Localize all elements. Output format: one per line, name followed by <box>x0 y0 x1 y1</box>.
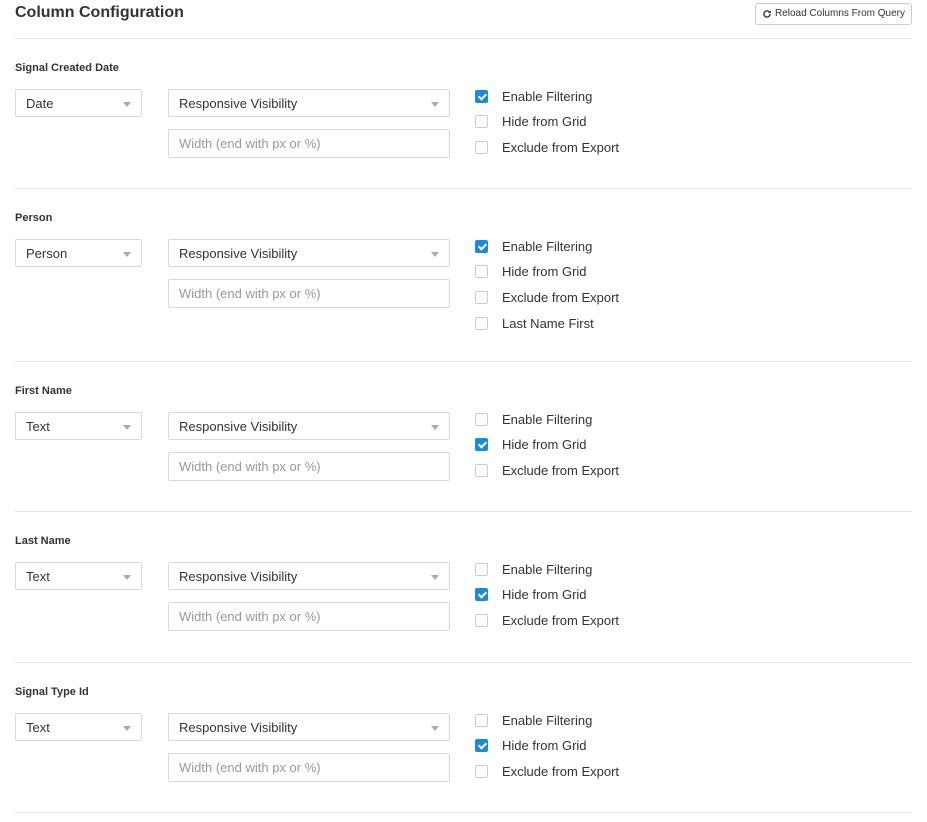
checkbox-label: Enable Filtering <box>502 712 593 728</box>
option-checkbox-row[interactable]: Exclude from Export <box>475 460 619 480</box>
checkbox[interactable] <box>475 562 488 576</box>
checkbox[interactable] <box>475 265 488 279</box>
column-section: Signal Type Id Text Responsive Visibility E… <box>15 662 912 813</box>
checkbox[interactable] <box>475 463 488 477</box>
column-label: First Name <box>15 385 72 397</box>
checkbox[interactable] <box>475 713 488 727</box>
responsive-visibility-select[interactable]: Responsive Visibility <box>168 89 450 117</box>
option-checkbox-row[interactable]: Enable Filtering <box>475 86 592 106</box>
option-checkbox-row[interactable]: Exclude from Export <box>475 287 619 307</box>
checkbox-label: Enable Filtering <box>502 88 593 104</box>
chevron-down-icon <box>431 425 439 430</box>
checkbox[interactable] <box>475 438 488 452</box>
checkbox-label: Enable Filtering <box>502 561 593 577</box>
option-checkbox-row[interactable]: Hide from Grid <box>475 262 587 282</box>
reload-columns-button[interactable]: Reload Columns From Query <box>754 3 912 25</box>
column-type-select[interactable]: Date <box>15 89 142 117</box>
column-label: Signal Type Id <box>15 686 89 698</box>
chevron-down-icon <box>123 252 131 257</box>
column-type-value: Text <box>26 569 50 584</box>
responsive-visibility-select[interactable]: Responsive Visibility <box>168 239 450 267</box>
checkbox[interactable] <box>475 239 488 253</box>
column-section: Last Name Text Responsive Visibility Enable… <box>15 511 912 663</box>
column-type-value: Text <box>26 419 50 434</box>
responsive-visibility-select[interactable]: Responsive Visibility <box>168 713 450 741</box>
chevron-down-icon <box>123 425 131 430</box>
checkbox-label: Hide from Grid <box>502 264 587 280</box>
checkbox[interactable] <box>475 739 488 753</box>
checkbox[interactable] <box>475 316 488 330</box>
option-checkbox-row[interactable]: Enable Filtering <box>475 236 592 256</box>
header: Column Configuration Reload Columns From… <box>15 0 912 39</box>
option-checkbox-row[interactable]: Exclude from Export <box>475 610 619 630</box>
checkbox[interactable] <box>475 764 488 778</box>
column-type-select[interactable]: Text <box>15 562 142 590</box>
checkbox[interactable] <box>475 412 488 426</box>
checkbox-label: Exclude from Export <box>502 612 620 628</box>
column-label: Last Name <box>15 535 71 547</box>
width-input[interactable] <box>168 129 450 158</box>
page-title: Column Configuration <box>15 4 184 21</box>
column-section: Signal Created Date Date Responsive Visibi… <box>15 38 912 189</box>
checkbox-label: Last Name First <box>502 315 594 331</box>
checkbox[interactable] <box>475 115 488 129</box>
option-checkbox-row[interactable]: Hide from Grid <box>475 736 587 756</box>
option-checkbox-row[interactable]: Last Name First <box>475 313 594 333</box>
width-input[interactable] <box>168 602 450 631</box>
visibility-value: Responsive Visibility <box>179 720 298 735</box>
option-checkbox-row[interactable]: Hide from Grid <box>475 112 587 132</box>
chevron-down-icon <box>123 102 131 107</box>
checkbox[interactable] <box>475 613 488 627</box>
checkbox-label: Exclude from Export <box>502 763 620 779</box>
checkbox-label: Hide from Grid <box>502 437 587 453</box>
option-checkbox-row[interactable]: Exclude from Export <box>475 137 619 157</box>
chevron-down-icon <box>431 726 439 731</box>
checkbox[interactable] <box>475 89 488 103</box>
option-checkbox-row[interactable]: Enable Filtering <box>475 559 592 579</box>
width-input[interactable] <box>168 452 450 481</box>
chevron-down-icon <box>431 102 439 107</box>
responsive-visibility-select[interactable]: Responsive Visibility <box>168 562 450 590</box>
visibility-value: Responsive Visibility <box>179 419 298 434</box>
visibility-value: Responsive Visibility <box>179 96 298 111</box>
checkbox-label: Enable Filtering <box>502 411 593 427</box>
column-type-value: Date <box>26 96 54 111</box>
column-type-select[interactable]: Text <box>15 713 142 741</box>
width-input[interactable] <box>168 279 450 308</box>
checkbox-label: Exclude from Export <box>502 289 620 305</box>
responsive-visibility-select[interactable]: Responsive Visibility <box>168 412 450 440</box>
column-type-value: Person <box>26 246 68 261</box>
checkbox[interactable] <box>475 140 488 154</box>
option-checkbox-row[interactable]: Enable Filtering <box>475 409 592 429</box>
column-type-value: Text <box>26 720 50 735</box>
visibility-value: Responsive Visibility <box>179 246 298 261</box>
chevron-down-icon <box>431 252 439 257</box>
checkbox-label: Exclude from Export <box>502 462 620 478</box>
visibility-value: Responsive Visibility <box>179 569 298 584</box>
option-checkbox-row[interactable]: Hide from Grid <box>475 435 587 455</box>
checkbox-label: Exclude from Export <box>502 139 620 155</box>
width-input[interactable] <box>168 753 450 782</box>
option-checkbox-row[interactable]: Exclude from Export <box>475 761 619 781</box>
checkbox[interactable] <box>475 290 488 304</box>
checkbox-label: Hide from Grid <box>502 738 587 754</box>
option-checkbox-row[interactable]: Hide from Grid <box>475 585 587 605</box>
checkbox-label: Enable Filtering <box>502 238 593 254</box>
column-label: Person <box>15 212 53 224</box>
column-section: Person Person Responsive Visibility Enable … <box>15 188 912 362</box>
column-label: Signal Created Date <box>15 62 119 74</box>
chevron-down-icon <box>431 575 439 580</box>
chevron-down-icon <box>123 575 131 580</box>
checkbox[interactable] <box>475 588 488 602</box>
column-type-select[interactable]: Person <box>15 239 142 267</box>
option-checkbox-row[interactable]: Enable Filtering <box>475 710 592 730</box>
reload-button-label: Reload Columns From Query <box>774 8 905 19</box>
column-section: First Name Text Responsive Visibility Enabl… <box>15 361 912 512</box>
checkbox-label: Hide from Grid <box>502 114 587 130</box>
checkbox-label: Hide from Grid <box>502 587 587 603</box>
refresh-icon <box>763 10 771 18</box>
column-type-select[interactable]: Text <box>15 412 142 440</box>
chevron-down-icon <box>123 726 131 731</box>
